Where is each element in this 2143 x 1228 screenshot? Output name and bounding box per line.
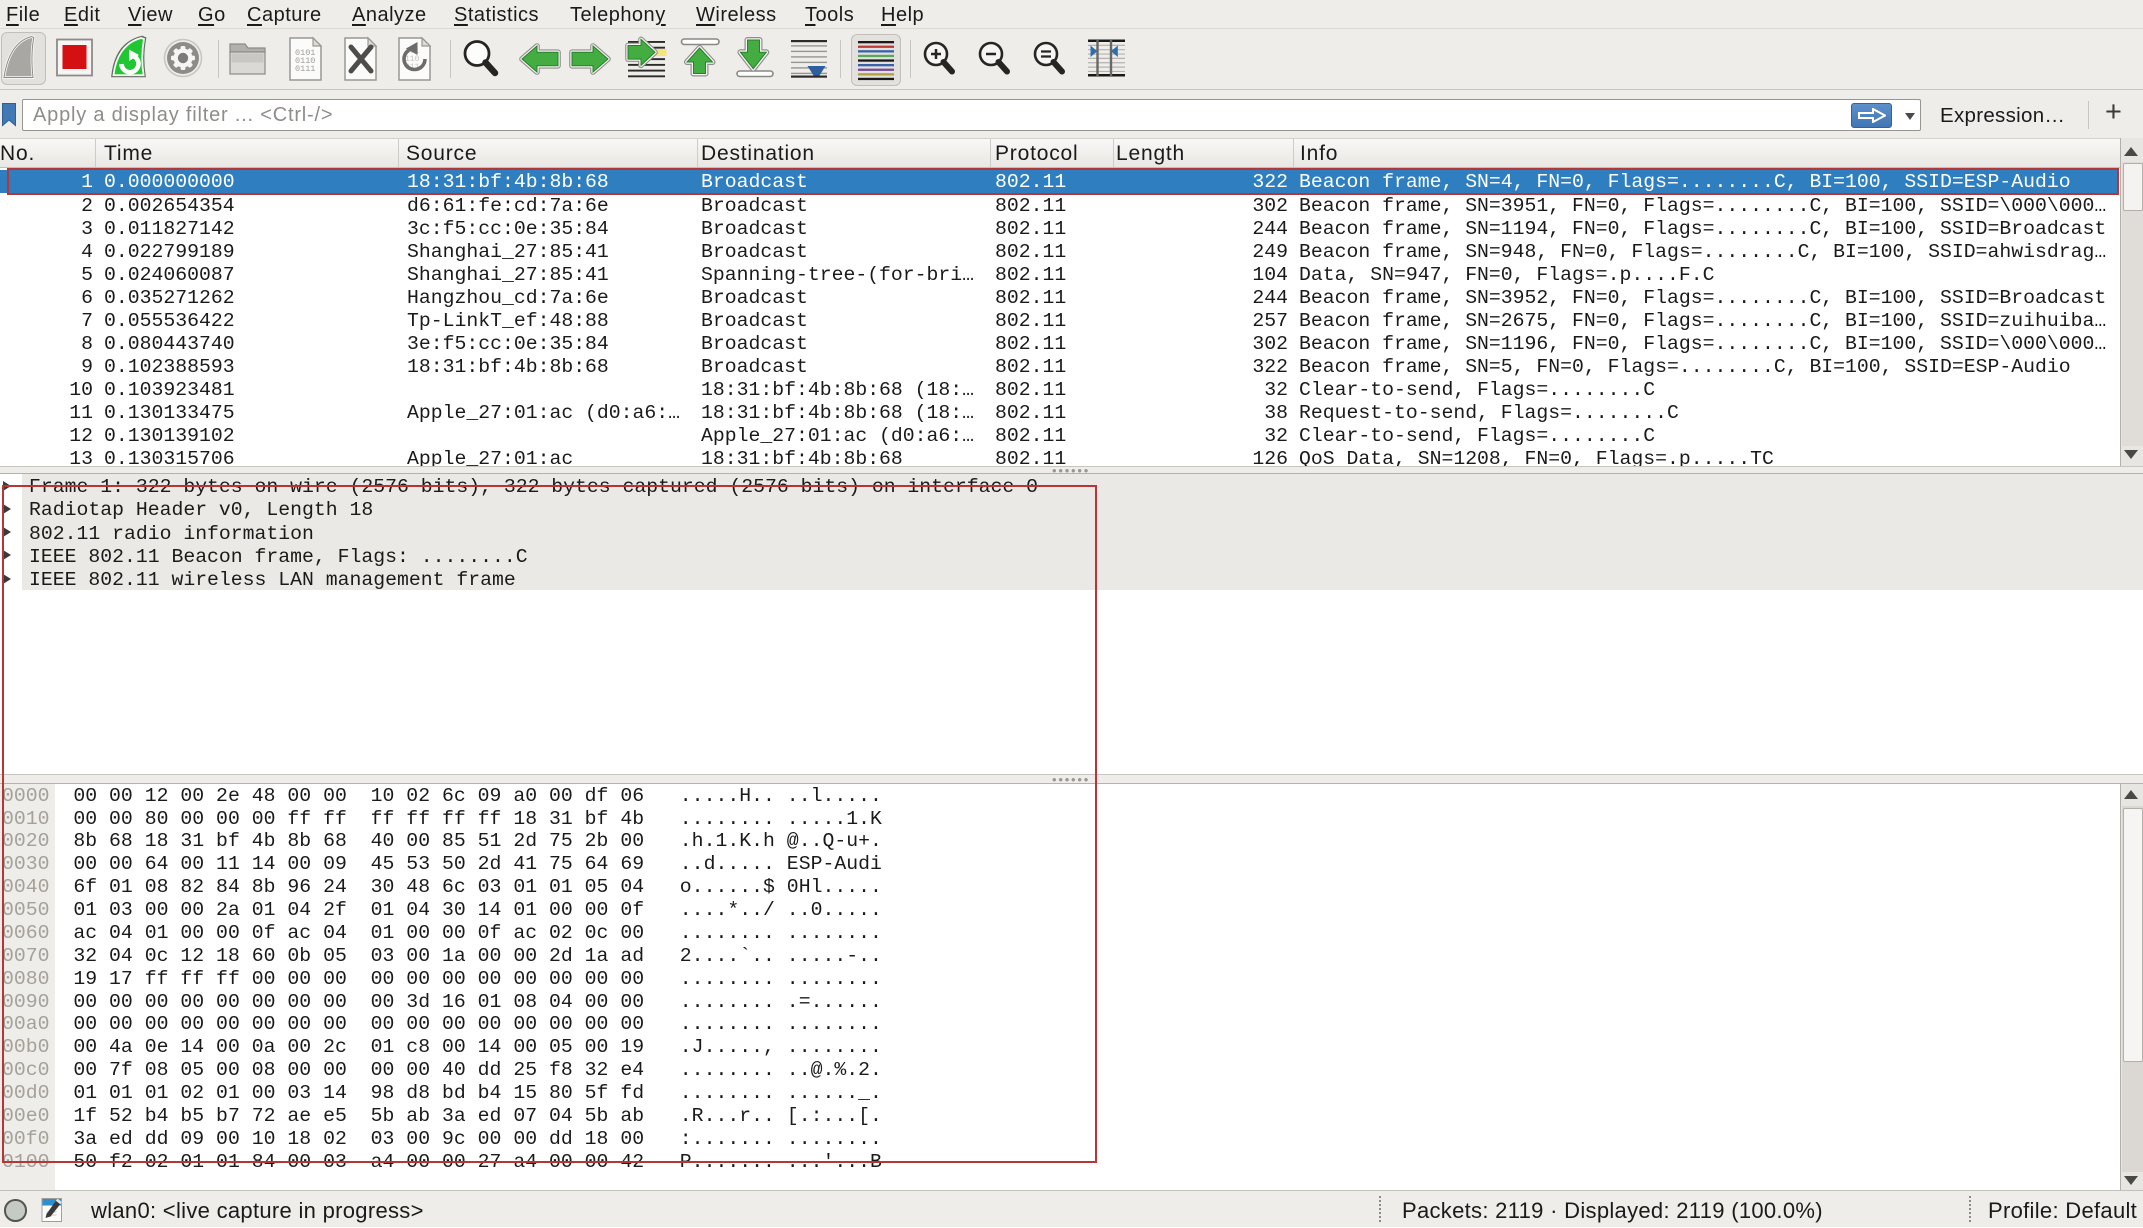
svg-text:0111: 0111 — [295, 64, 315, 74]
